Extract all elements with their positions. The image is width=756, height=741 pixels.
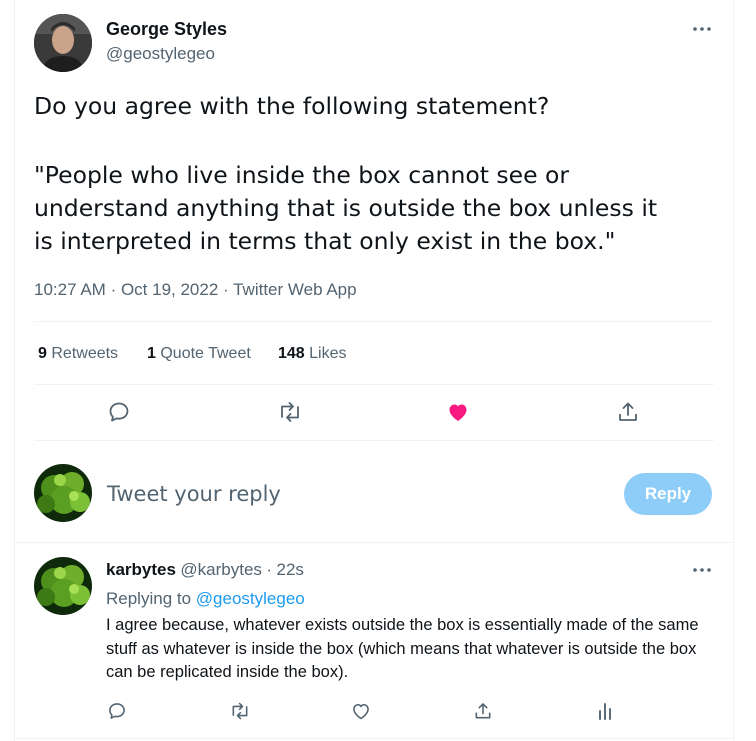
reply-input[interactable]: Tweet your reply (107, 482, 587, 506)
reply-text: I agree because, whatever exists outside… (106, 616, 699, 681)
share-icon[interactable] (616, 400, 640, 424)
tweet-source[interactable]: Twitter Web App (233, 280, 356, 299)
analytics-icon[interactable] (595, 701, 615, 721)
author-handle[interactable]: @geostylegeo (106, 44, 215, 64)
more-icon[interactable] (692, 20, 712, 36)
retweet-label: Retweets (51, 345, 119, 362)
like-label: Likes (309, 345, 347, 362)
user-avatar[interactable] (34, 464, 92, 522)
tweet-text-quote: "People who live inside the box cannot s… (34, 161, 658, 255)
reply-age[interactable]: 22s (276, 560, 303, 579)
meta-separator: · (110, 280, 121, 299)
author-name[interactable]: George Styles (106, 19, 227, 40)
retweet-icon[interactable] (277, 400, 303, 424)
tweet-date[interactable]: Oct 19, 2022 (121, 280, 218, 299)
reply-icon[interactable] (107, 400, 131, 424)
quote-tweets-stat[interactable]: 1 Quote Tweet (147, 345, 251, 363)
reply-author-avatar[interactable] (34, 557, 92, 615)
tweet-meta: 10:27 AM · Oct 19, 2022 · Twitter Web Ap… (34, 280, 357, 300)
tweet-time[interactable]: 10:27 AM (34, 280, 106, 299)
replying-prefix: Replying to (106, 589, 192, 608)
quote-label: Quote Tweet (160, 345, 251, 362)
retweets-stat[interactable]: 9 Retweets (38, 345, 118, 363)
reply-more-icon[interactable] (692, 561, 712, 577)
quote-count: 1 (147, 345, 156, 362)
replying-to-link[interactable]: @geostylegeo (196, 589, 305, 608)
replying-to: Replying to @geostylegeo (106, 589, 305, 609)
heart-icon[interactable] (446, 400, 470, 424)
reply-author-handle[interactable]: @karbytes (180, 560, 262, 579)
like-count: 148 (278, 345, 305, 362)
reply-button[interactable]: Reply (624, 473, 712, 515)
reply-retweet-icon[interactable] (229, 701, 251, 721)
reply-share-icon[interactable] (473, 701, 493, 721)
reply-like-icon[interactable] (351, 701, 371, 721)
retweet-count: 9 (38, 345, 47, 362)
divider (34, 321, 714, 322)
reply-header: karbytes @karbytes · 22s (106, 560, 304, 580)
meta-separator: · (223, 280, 234, 299)
divider (34, 440, 714, 441)
tweet-text-intro: Do you agree with the following statemen… (34, 92, 550, 120)
meta-separator: · (266, 560, 273, 579)
divider (15, 738, 733, 739)
reply-reply-icon[interactable] (107, 701, 127, 721)
author-avatar[interactable] (34, 14, 92, 72)
reply-author-name[interactable]: karbytes (106, 560, 176, 579)
divider (15, 542, 733, 543)
likes-stat[interactable]: 148 Likes (278, 345, 347, 363)
divider (34, 384, 714, 385)
